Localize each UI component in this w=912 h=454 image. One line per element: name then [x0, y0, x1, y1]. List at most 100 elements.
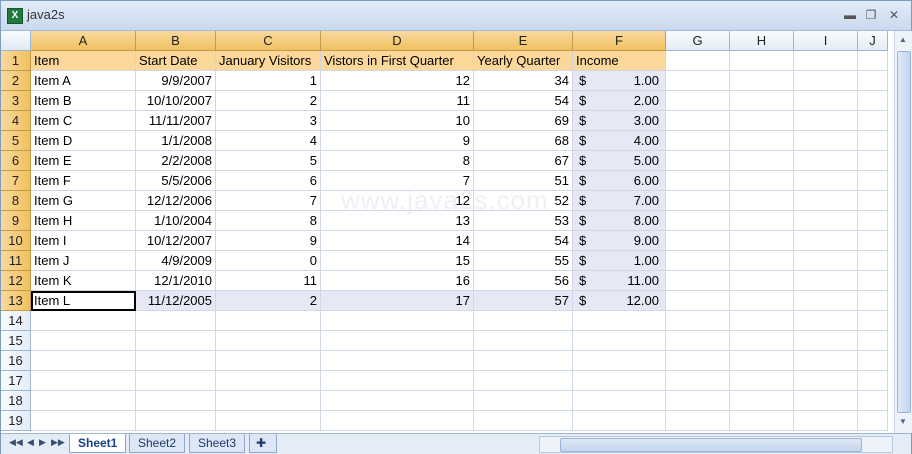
empty-cell[interactable]	[31, 331, 136, 351]
empty-cell[interactable]	[666, 251, 730, 271]
empty-cell[interactable]	[730, 51, 794, 71]
empty-cell[interactable]	[794, 231, 858, 251]
empty-cell[interactable]	[31, 371, 136, 391]
table-cell[interactable]: 6	[216, 171, 321, 191]
empty-cell[interactable]	[858, 231, 888, 251]
table-cell[interactable]: 7	[216, 191, 321, 211]
empty-cell[interactable]	[858, 371, 888, 391]
row-header-13[interactable]: 13	[1, 291, 31, 311]
empty-cell[interactable]	[730, 171, 794, 191]
empty-cell[interactable]	[730, 251, 794, 271]
empty-cell[interactable]	[858, 311, 888, 331]
empty-cell[interactable]	[31, 411, 136, 431]
empty-cell[interactable]	[730, 311, 794, 331]
income-cell[interactable]: $1.00	[573, 251, 666, 271]
empty-cell[interactable]	[794, 191, 858, 211]
empty-cell[interactable]	[730, 331, 794, 351]
empty-cell[interactable]	[474, 311, 573, 331]
empty-cell[interactable]	[321, 331, 474, 351]
table-cell[interactable]: Item B	[31, 91, 136, 111]
income-cell[interactable]: $12.00	[573, 291, 666, 311]
empty-cell[interactable]	[216, 311, 321, 331]
empty-cell[interactable]	[794, 411, 858, 431]
table-cell[interactable]: Item D	[31, 131, 136, 151]
header-cell[interactable]: Start Date	[136, 51, 216, 71]
table-cell[interactable]: 4/9/2009	[136, 251, 216, 271]
empty-cell[interactable]	[794, 131, 858, 151]
empty-cell[interactable]	[794, 71, 858, 91]
insert-sheet-icon[interactable]: ✚	[249, 434, 277, 453]
restore-button[interactable]: ❐	[862, 7, 880, 23]
row-header-18[interactable]: 18	[1, 391, 31, 411]
header-cell[interactable]: Vistors in First Quarter	[321, 51, 474, 71]
empty-cell[interactable]	[858, 211, 888, 231]
empty-cell[interactable]	[573, 391, 666, 411]
scroll-down-arrow-icon[interactable]: ▼	[897, 415, 909, 429]
header-cell[interactable]: Item	[31, 51, 136, 71]
row-header-6[interactable]: 6	[1, 151, 31, 171]
table-cell[interactable]: 9	[216, 231, 321, 251]
table-cell[interactable]: 13	[321, 211, 474, 231]
income-cell[interactable]: $11.00	[573, 271, 666, 291]
empty-cell[interactable]	[136, 391, 216, 411]
empty-cell[interactable]	[730, 151, 794, 171]
table-cell[interactable]: Item A	[31, 71, 136, 91]
empty-cell[interactable]	[730, 391, 794, 411]
empty-cell[interactable]	[794, 51, 858, 71]
table-cell[interactable]: 10/10/2007	[136, 91, 216, 111]
empty-cell[interactable]	[794, 391, 858, 411]
empty-cell[interactable]	[136, 371, 216, 391]
empty-cell[interactable]	[730, 351, 794, 371]
empty-cell[interactable]	[666, 271, 730, 291]
empty-cell[interactable]	[858, 291, 888, 311]
row-header-15[interactable]: 15	[1, 331, 31, 351]
table-cell[interactable]: 67	[474, 151, 573, 171]
table-cell[interactable]: 57	[474, 291, 573, 311]
income-cell[interactable]: $3.00	[573, 111, 666, 131]
empty-cell[interactable]	[858, 271, 888, 291]
empty-cell[interactable]	[216, 351, 321, 371]
income-cell[interactable]: $7.00	[573, 191, 666, 211]
empty-cell[interactable]	[730, 231, 794, 251]
table-cell[interactable]: Item G	[31, 191, 136, 211]
table-cell[interactable]: 55	[474, 251, 573, 271]
table-cell[interactable]: 11/12/2005	[136, 291, 216, 311]
row-header-16[interactable]: 16	[1, 351, 31, 371]
excel-app-icon[interactable]: X	[7, 8, 23, 24]
table-cell[interactable]: 10/12/2007	[136, 231, 216, 251]
empty-cell[interactable]	[474, 411, 573, 431]
column-header-i[interactable]: I	[794, 31, 858, 51]
empty-cell[interactable]	[666, 351, 730, 371]
empty-cell[interactable]	[794, 251, 858, 271]
table-cell[interactable]: 56	[474, 271, 573, 291]
empty-cell[interactable]	[474, 391, 573, 411]
income-cell[interactable]: $4.00	[573, 131, 666, 151]
table-cell[interactable]: 1/10/2004	[136, 211, 216, 231]
tab-sheet1[interactable]: Sheet1	[69, 434, 127, 453]
prev-sheet-icon[interactable]: ◀	[27, 437, 34, 448]
header-cell[interactable]: January Visitors	[216, 51, 321, 71]
empty-cell[interactable]	[858, 151, 888, 171]
horizontal-scroll-thumb[interactable]	[560, 438, 862, 452]
empty-cell[interactable]	[794, 351, 858, 371]
table-cell[interactable]: 4	[216, 131, 321, 151]
header-cell[interactable]: Income	[573, 51, 666, 71]
table-cell[interactable]: 69	[474, 111, 573, 131]
empty-cell[interactable]	[321, 351, 474, 371]
table-cell[interactable]: 11	[216, 271, 321, 291]
empty-cell[interactable]	[136, 311, 216, 331]
table-cell[interactable]: 68	[474, 131, 573, 151]
table-cell[interactable]: 3	[216, 111, 321, 131]
empty-cell[interactable]	[794, 331, 858, 351]
empty-cell[interactable]	[794, 111, 858, 131]
table-cell[interactable]: 2	[216, 91, 321, 111]
empty-cell[interactable]	[321, 311, 474, 331]
empty-cell[interactable]	[666, 211, 730, 231]
empty-cell[interactable]	[666, 311, 730, 331]
empty-cell[interactable]	[666, 411, 730, 431]
table-cell[interactable]: Item I	[31, 231, 136, 251]
empty-cell[interactable]	[136, 351, 216, 371]
empty-cell[interactable]	[858, 71, 888, 91]
column-header-j[interactable]: J	[858, 31, 888, 51]
empty-cell[interactable]	[573, 351, 666, 371]
